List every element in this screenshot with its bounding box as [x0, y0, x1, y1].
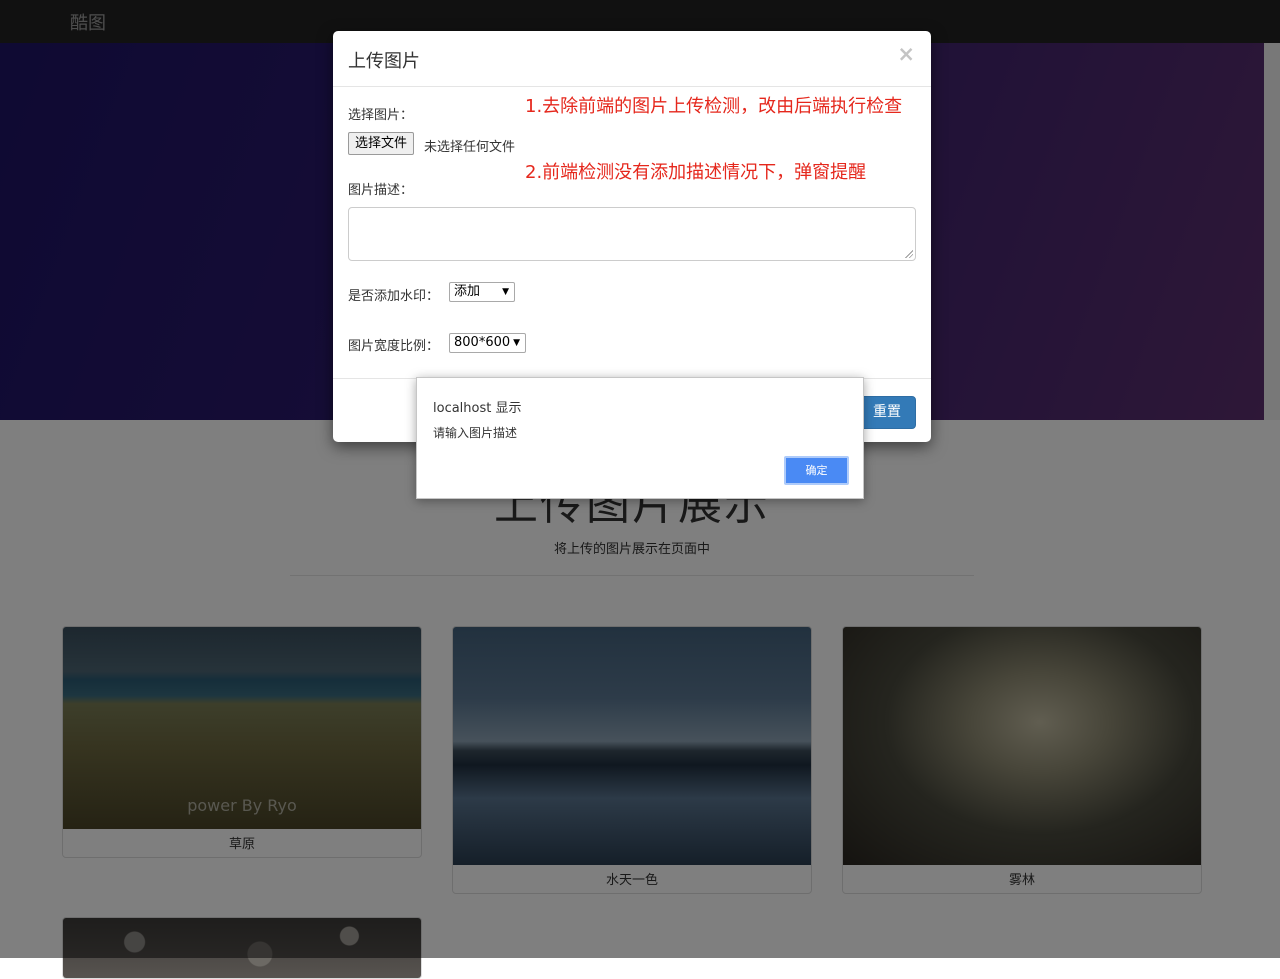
dropdown-arrow-icon: ▼ [513, 338, 520, 348]
alert-origin: localhost 显示 [433, 401, 522, 416]
modal-title: 上传图片 [348, 51, 420, 72]
alert-ok-button[interactable]: 确定 [784, 456, 849, 485]
ratio-label: 图片宽度比例： [348, 339, 440, 354]
ratio-select-value: 800*600 [454, 335, 511, 350]
description-textarea[interactable] [348, 207, 916, 261]
choose-file-button[interactable]: 选择文件 [348, 132, 415, 155]
ratio-select[interactable]: 800*600 ▼ [449, 333, 526, 353]
watermark-label: 是否添加水印： [348, 289, 440, 304]
annotation-note-2: 2.前端检测没有添加描述情况下，弹窗提醒 [525, 162, 867, 183]
close-icon[interactable]: × [897, 44, 915, 65]
description-label: 图片描述： [348, 183, 414, 198]
reset-button[interactable]: 重置 [858, 396, 916, 429]
alert-dialog: localhost 显示 请输入图片描述 确定 [416, 377, 864, 499]
watermark-select[interactable]: 添加 ▼ [449, 282, 515, 302]
dropdown-arrow-icon: ▼ [502, 287, 509, 297]
watermark-select-value: 添加 [454, 284, 481, 299]
modal-header: 上传图片 × [333, 31, 931, 87]
annotation-note-1: 1.去除前端的图片上传检测，改由后端执行检查 [525, 96, 903, 117]
file-label: 选择图片： [348, 108, 414, 123]
alert-message: 请输入图片描述 [433, 426, 518, 440]
file-status: 未选择任何文件 [424, 140, 516, 155]
resize-grip-icon[interactable] [905, 250, 913, 258]
